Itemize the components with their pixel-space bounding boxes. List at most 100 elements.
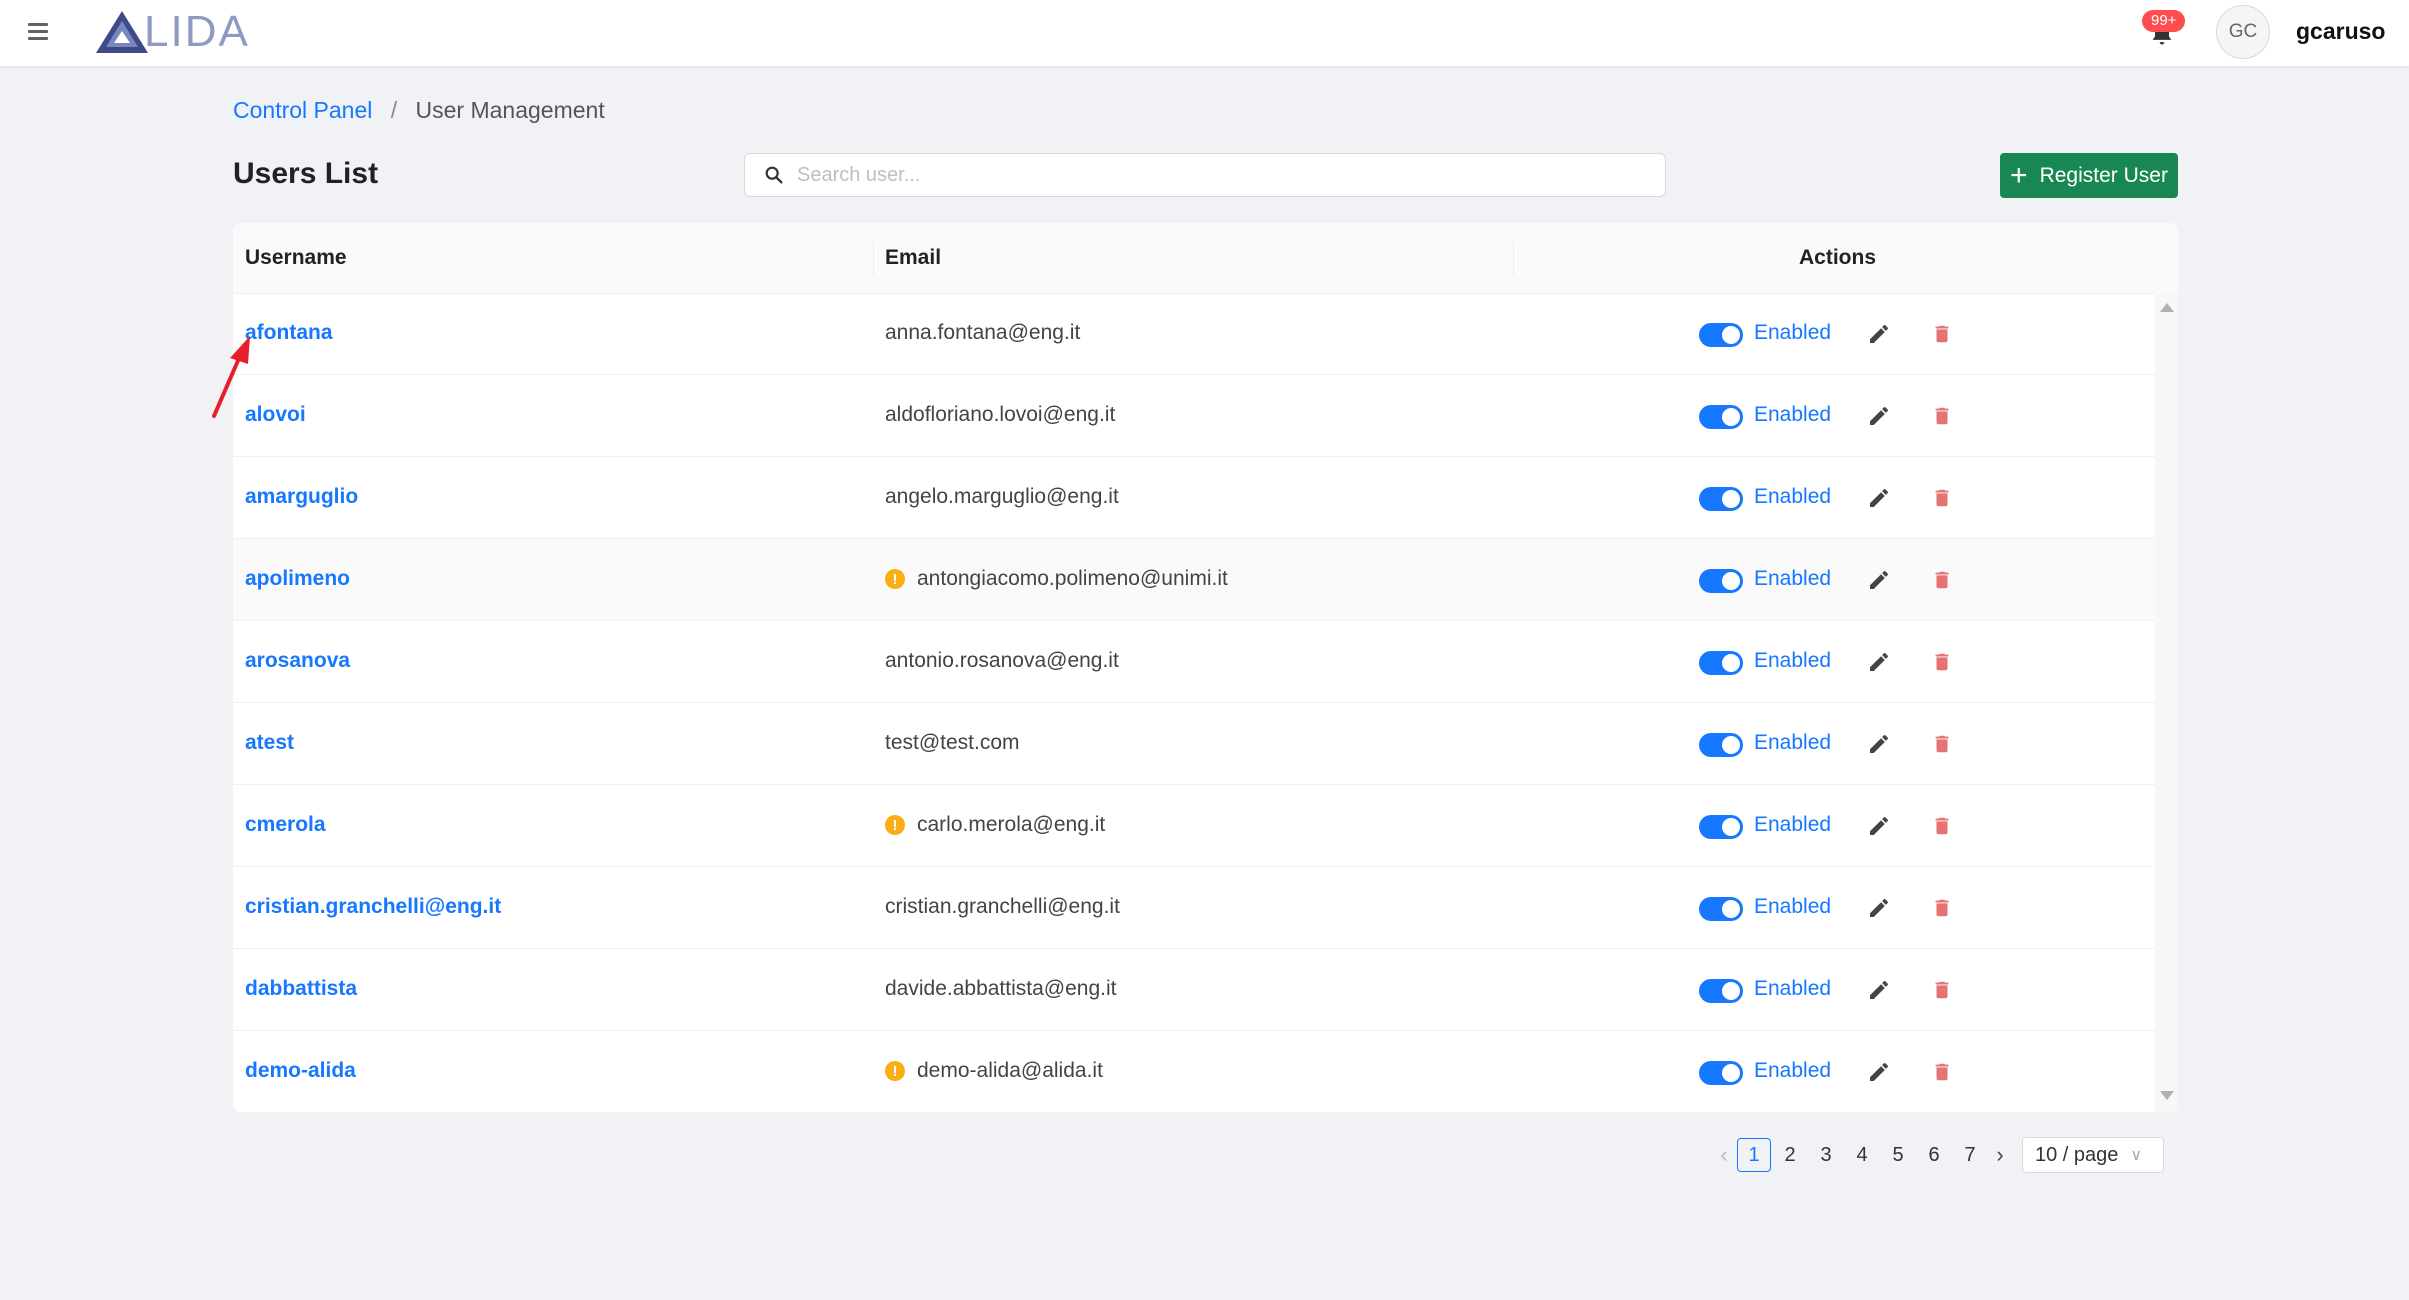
edit-icon[interactable] xyxy=(1867,732,1891,756)
table-row: atest test@test.com Enabled xyxy=(233,703,2155,785)
page-size-value: 10 / page xyxy=(2035,1143,2119,1166)
status-label: Enabled xyxy=(1754,731,1832,754)
status-label: Enabled xyxy=(1754,649,1832,672)
table-body: afontana anna.fontana@eng.it Enabled alovoi… xyxy=(233,293,2155,1112)
search-input[interactable] xyxy=(795,162,1639,188)
delete-icon[interactable] xyxy=(1931,404,1953,428)
enabled-toggle[interactable] xyxy=(1699,815,1743,839)
enabled-toggle[interactable] xyxy=(1699,569,1743,593)
edit-icon[interactable] xyxy=(1867,568,1891,592)
enabled-toggle[interactable] xyxy=(1699,487,1743,511)
page-5-button[interactable]: 5 xyxy=(1881,1138,1915,1172)
email-text: cristian.granchelli@eng.it xyxy=(885,895,1120,918)
page-7-button[interactable]: 7 xyxy=(1953,1138,1987,1172)
table-scrollbar[interactable] xyxy=(2155,293,2178,1112)
edit-icon[interactable] xyxy=(1867,1060,1891,1084)
username-link[interactable]: cmerola xyxy=(245,813,326,837)
delete-icon[interactable] xyxy=(1931,486,1953,510)
register-user-button[interactable]: + Register User xyxy=(2000,153,2178,198)
page-size-select[interactable]: 10 / page ∨ xyxy=(2022,1137,2164,1173)
register-user-label: Register User xyxy=(2039,163,2168,187)
email-text: demo-alida@alida.it xyxy=(917,1059,1103,1082)
username-link[interactable]: atest xyxy=(245,731,294,755)
enabled-toggle[interactable] xyxy=(1699,1061,1743,1085)
table-row: apolimeno ! antongiacomo.polimeno@unimi.it… xyxy=(233,539,2155,621)
search-box[interactable] xyxy=(744,153,1666,197)
edit-icon[interactable] xyxy=(1867,404,1891,428)
annotation-arrow-icon xyxy=(212,336,250,418)
username-link[interactable]: cristian.granchelli@eng.it xyxy=(245,895,501,919)
delete-icon[interactable] xyxy=(1931,896,1953,920)
email-text: antongiacomo.polimeno@unimi.it xyxy=(917,567,1228,590)
app-logo[interactable]: LIDA xyxy=(94,6,250,58)
table-row: alovoi aldofloriano.lovoi@eng.it Enabled xyxy=(233,375,2155,457)
delete-icon[interactable] xyxy=(1931,732,1953,756)
enabled-toggle[interactable] xyxy=(1699,979,1743,1003)
enabled-toggle[interactable] xyxy=(1699,897,1743,921)
edit-icon[interactable] xyxy=(1867,896,1891,920)
enabled-toggle[interactable] xyxy=(1699,651,1743,675)
email-cell: ! demo-alida@alida.it xyxy=(885,1059,1103,1083)
warning-icon: ! xyxy=(885,815,905,835)
column-divider xyxy=(1513,241,1514,275)
edit-icon[interactable] xyxy=(1867,486,1891,510)
username-link[interactable]: amarguglio xyxy=(245,485,358,509)
email-text: test@test.com xyxy=(885,731,1020,754)
breadcrumb: Control Panel / User Management xyxy=(233,97,605,124)
email-text: anna.fontana@eng.it xyxy=(885,321,1081,344)
email-text: aldofloriano.lovoi@eng.it xyxy=(885,403,1116,426)
email-text: angelo.marguglio@eng.it xyxy=(885,485,1119,508)
plus-icon: + xyxy=(2010,158,2028,192)
logo-triangle-icon xyxy=(96,11,148,53)
email-cell: ! antongiacomo.polimeno@unimi.it xyxy=(885,567,1228,591)
edit-icon[interactable] xyxy=(1867,814,1891,838)
status-label: Enabled xyxy=(1754,321,1832,344)
page-3-button[interactable]: 3 xyxy=(1809,1138,1843,1172)
delete-icon[interactable] xyxy=(1931,650,1953,674)
page-6-button[interactable]: 6 xyxy=(1917,1138,1951,1172)
table-row: arosanova antonio.rosanova@eng.it Enabled xyxy=(233,621,2155,703)
email-text: carlo.merola@eng.it xyxy=(917,813,1106,836)
email-text: antonio.rosanova@eng.it xyxy=(885,649,1119,672)
scroll-up-arrow-icon[interactable] xyxy=(2160,303,2174,312)
enabled-toggle[interactable] xyxy=(1699,405,1743,429)
edit-icon[interactable] xyxy=(1867,650,1891,674)
username-link[interactable]: arosanova xyxy=(245,649,350,673)
current-username[interactable]: gcaruso xyxy=(2296,18,2385,45)
menu-icon[interactable] xyxy=(26,20,50,44)
edit-icon[interactable] xyxy=(1867,978,1891,1002)
table-row: afontana anna.fontana@eng.it Enabled xyxy=(233,293,2155,375)
scroll-down-arrow-icon[interactable] xyxy=(2160,1091,2174,1100)
table-row: demo-alida ! demo-alida@alida.it Enabled xyxy=(233,1031,2155,1112)
username-link[interactable]: afontana xyxy=(245,321,333,345)
column-header-username: Username xyxy=(245,246,347,269)
page-2-button[interactable]: 2 xyxy=(1773,1138,1807,1172)
delete-icon[interactable] xyxy=(1931,322,1953,346)
enabled-toggle[interactable] xyxy=(1699,733,1743,757)
username-link[interactable]: demo-alida xyxy=(245,1059,356,1083)
username-link[interactable]: apolimeno xyxy=(245,567,350,591)
prev-page-icon[interactable]: ‹ xyxy=(1712,1142,1736,1168)
email-cell: cristian.granchelli@eng.it xyxy=(885,895,1120,919)
delete-icon[interactable] xyxy=(1931,1060,1953,1084)
enabled-toggle[interactable] xyxy=(1699,323,1743,347)
table-row: amarguglio angelo.marguglio@eng.it Enabled xyxy=(233,457,2155,539)
avatar[interactable]: GC xyxy=(2216,5,2270,59)
status-label: Enabled xyxy=(1754,895,1832,918)
breadcrumb-separator: / xyxy=(390,97,398,123)
breadcrumb-current: User Management xyxy=(415,97,605,123)
page-4-button[interactable]: 4 xyxy=(1845,1138,1879,1172)
page-1-button[interactable]: 1 xyxy=(1737,1138,1771,1172)
status-label: Enabled xyxy=(1754,1059,1832,1082)
table-header: Username Email Actions xyxy=(233,223,2178,294)
delete-icon[interactable] xyxy=(1931,978,1953,1002)
username-link[interactable]: dabbattista xyxy=(245,977,357,1001)
delete-icon[interactable] xyxy=(1931,814,1953,838)
notification-badge: 99+ xyxy=(2142,10,2186,32)
delete-icon[interactable] xyxy=(1931,568,1953,592)
email-cell: antonio.rosanova@eng.it xyxy=(885,649,1119,673)
next-page-icon[interactable]: › xyxy=(1988,1142,2012,1168)
breadcrumb-control-panel[interactable]: Control Panel xyxy=(233,97,372,123)
column-header-email: Email xyxy=(885,246,942,269)
edit-icon[interactable] xyxy=(1867,322,1891,346)
